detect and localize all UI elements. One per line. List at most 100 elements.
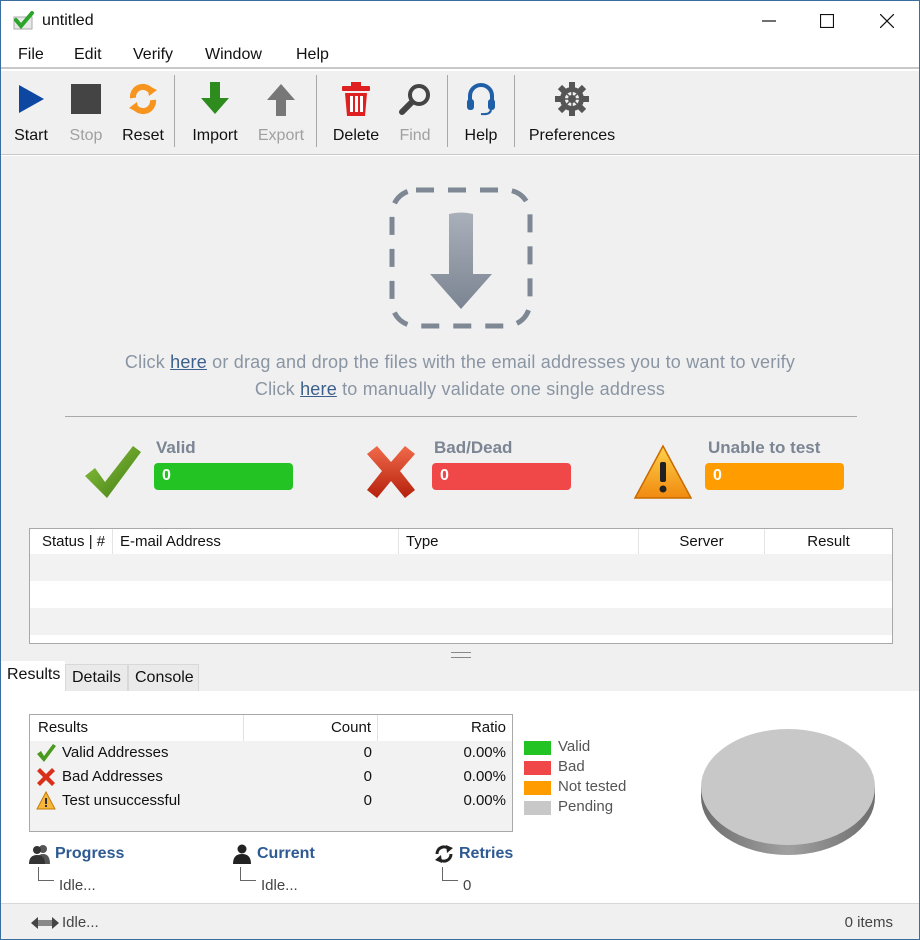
results-pie-chart <box>701 729 875 855</box>
status-text: Idle... <box>62 914 99 931</box>
main-area: Click here or drag and drop the files wi… <box>1 156 919 661</box>
import-button[interactable]: Import <box>189 77 241 149</box>
item-count: 0 items <box>844 914 893 931</box>
menu-verify[interactable]: Verify <box>133 46 173 64</box>
results-column-ratio[interactable]: Ratio <box>378 715 512 741</box>
drop-instructions-line2: Click here to manually validate one sing… <box>254 379 666 399</box>
legend-swatch <box>524 741 551 755</box>
divider <box>65 416 857 417</box>
magnifier-icon <box>399 84 430 115</box>
bottom-tabs: Results Details Console <box>1 661 919 691</box>
toolbar-separator <box>447 75 448 147</box>
window-title: untitled <box>42 12 94 29</box>
retry-icon <box>435 845 453 863</box>
pie-slice-pending <box>701 729 875 845</box>
import-files-link[interactable]: here <box>170 352 207 372</box>
find-button[interactable]: Find <box>398 77 432 149</box>
toolbar-separator <box>316 75 317 147</box>
legend-item-bad: Bad <box>524 758 664 778</box>
stop-icon <box>71 84 101 114</box>
check-icon <box>85 446 141 498</box>
check-icon <box>37 744 56 762</box>
title-bar: untitled <box>1 1 919 41</box>
stop-button[interactable]: Stop <box>68 77 104 149</box>
tree-connector <box>240 867 256 881</box>
valid-count-bar: 0 <box>154 463 293 490</box>
warning-icon <box>36 791 56 810</box>
menu-help[interactable]: Help <box>296 46 329 64</box>
table-row <box>30 581 892 608</box>
grid-header: Status | # E-mail Address Type Server Re… <box>30 529 892 554</box>
column-type[interactable]: Type <box>399 529 639 554</box>
bad-count-bar: 0 <box>432 463 571 490</box>
column-result[interactable]: Result <box>765 529 892 554</box>
minimize-button[interactable] <box>739 1 799 41</box>
table-row <box>30 554 892 581</box>
close-icon <box>880 14 894 28</box>
retries-info: Retries 0 <box>433 841 613 896</box>
toolbar: Start Stop Reset Import Export Delete Fi… <box>1 71 919 155</box>
results-row-unsuccessful: Test unsuccessful 0 0.00% <box>30 789 512 813</box>
menu-bar: File Edit Verify Window Help <box>1 41 919 69</box>
users-icon <box>29 845 50 864</box>
tab-details[interactable]: Details <box>65 664 128 691</box>
results-row-bad: Bad Addresses 0 0.00% <box>30 765 512 789</box>
menu-window[interactable]: Window <box>205 46 262 64</box>
maximize-icon <box>820 14 834 28</box>
trash-icon <box>342 82 370 116</box>
play-icon <box>19 85 44 113</box>
toolbar-separator <box>174 75 175 147</box>
legend-swatch <box>524 761 551 775</box>
gear-icon <box>555 82 589 116</box>
status-bar: Idle... 0 items <box>1 903 919 939</box>
email-grid[interactable]: Status | # E-mail Address Type Server Re… <box>29 528 893 644</box>
drop-zone-icon[interactable] <box>386 184 536 332</box>
results-panel: Results Count Ratio Valid Addresses 0 0.… <box>1 691 919 903</box>
app-window: untitled File Edit Verify Window Help St… <box>0 0 920 940</box>
legend-item-valid: Valid <box>524 738 664 758</box>
help-button[interactable]: Help <box>463 77 499 149</box>
close-button[interactable] <box>857 1 917 41</box>
legend-item-not-tested: Not tested <box>524 778 664 798</box>
bad-stat: Bad/Dead 0 <box>363 436 578 506</box>
results-column-count[interactable]: Count <box>244 715 378 741</box>
tree-connector <box>38 867 54 881</box>
reset-button[interactable]: Reset <box>122 77 164 149</box>
minimize-icon <box>762 20 776 22</box>
unable-count-bar: 0 <box>705 463 844 490</box>
arrow-up-icon <box>267 84 295 116</box>
toolbar-separator <box>514 75 515 147</box>
tree-connector <box>442 867 458 881</box>
tab-console[interactable]: Console <box>128 664 199 691</box>
arrow-down-icon <box>201 82 229 114</box>
valid-stat: Valid 0 <box>83 436 298 506</box>
menu-file[interactable]: File <box>18 46 44 64</box>
headset-icon <box>467 83 495 116</box>
maximize-button[interactable] <box>797 1 857 41</box>
x-icon <box>37 768 55 786</box>
refresh-icon <box>129 83 157 115</box>
current-info: Current Idle... <box>231 841 411 896</box>
menu-edit[interactable]: Edit <box>74 46 102 64</box>
column-status[interactable]: Status | # <box>30 529 113 554</box>
column-server[interactable]: Server <box>639 529 765 554</box>
tab-results[interactable]: Results <box>1 661 65 691</box>
results-column-results[interactable]: Results <box>30 715 244 741</box>
progress-info: Progress Idle... <box>29 841 209 896</box>
table-row <box>30 608 892 635</box>
x-icon <box>367 446 415 498</box>
legend-swatch <box>524 781 551 795</box>
single-address-link[interactable]: here <box>300 379 337 399</box>
legend-swatch <box>524 801 551 815</box>
warning-icon <box>633 444 693 499</box>
results-row-valid: Valid Addresses 0 0.00% <box>30 741 512 765</box>
delete-button[interactable]: Delete <box>332 77 380 149</box>
legend-item-pending: Pending <box>524 798 664 818</box>
user-icon <box>233 844 251 864</box>
export-button[interactable]: Export <box>257 77 305 149</box>
column-email[interactable]: E-mail Address <box>113 529 399 554</box>
preferences-button[interactable]: Preferences <box>529 77 615 149</box>
start-button[interactable]: Start <box>13 77 49 149</box>
results-table: Results Count Ratio Valid Addresses 0 0.… <box>29 714 513 832</box>
splitter-handle[interactable] <box>451 652 471 658</box>
